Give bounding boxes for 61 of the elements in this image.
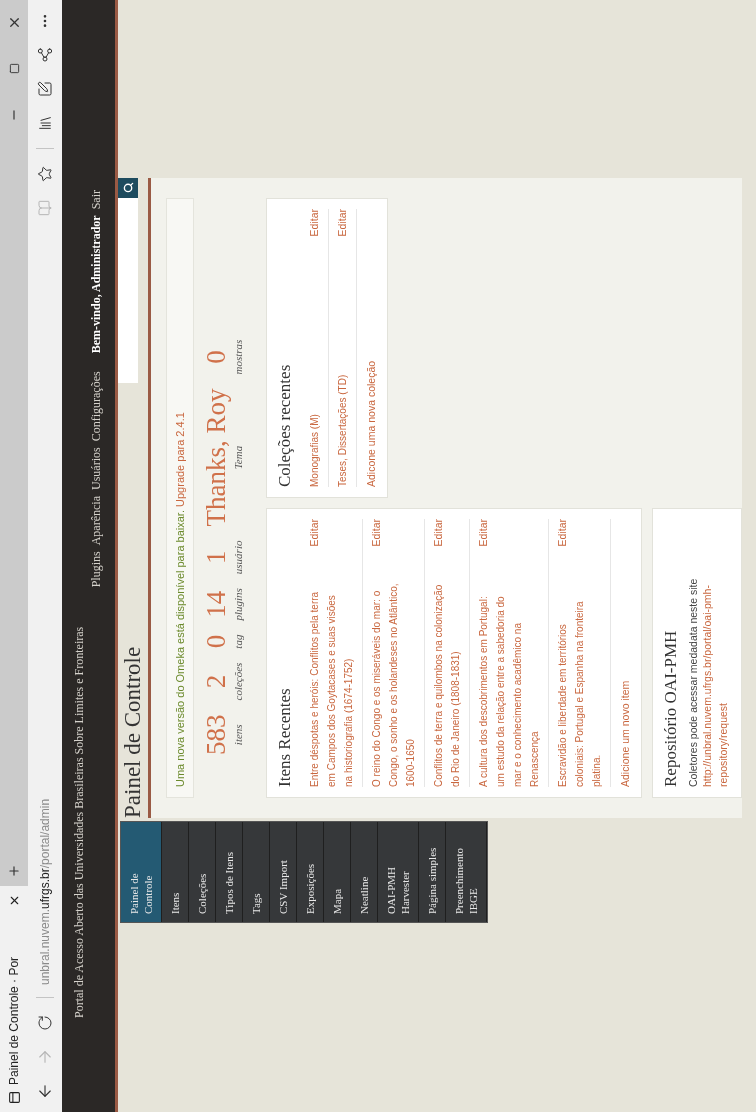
sidebar-item[interactable]: Painel de Controle [121, 822, 162, 922]
add-link[interactable]: Adicone uma nova coleção [357, 209, 377, 487]
nav-link[interactable]: Plugins [88, 551, 104, 588]
stat-value: 14 [200, 590, 232, 618]
edit-link[interactable]: Editar [475, 519, 492, 547]
search-field[interactable] [118, 178, 138, 383]
edit-link[interactable]: Editar [306, 209, 323, 237]
logout-link[interactable]: Sair [88, 190, 104, 210]
nav-link[interactable]: Usuários [88, 447, 104, 490]
sidebar-item[interactable]: Coleções [189, 822, 216, 922]
site-title: Portal de Acesso Aberto das Universidades Brasileiras Sobre Limites e Fronteiras [71, 625, 87, 1018]
address-field[interactable]: unbral.nuvem.ufrgs.br/portal/admin [38, 794, 52, 989]
upgrade-link[interactable]: Upgrade para 2.4.1 [174, 412, 186, 507]
stat-value: 0 [200, 350, 232, 364]
repository-link[interactable]: http://unbral.nuvem.ufrgs.br/portal/oai-pmh-repository/request [699, 519, 731, 787]
stat-value: 2 [200, 674, 232, 689]
welcome-text: Bem-vindo, Administrador [88, 215, 104, 354]
alert-text: Uma nova versão do Omeka está disponível para baixar. [174, 510, 186, 787]
sidebar-item[interactable]: Tags [243, 822, 270, 922]
add-link[interactable]: Adicione um novo item [611, 519, 631, 787]
sidebar-item[interactable]: Itens [162, 822, 189, 922]
stat-label: plugins [232, 588, 244, 621]
sidebar-item[interactable]: Preenchimento IBGE [446, 822, 487, 922]
item-link[interactable]: A cultura dos descobrimentos em Portugal: um estudo da relação entre a sabedoria do mar e o conhecimento acadêmico na Renascença [475, 582, 543, 787]
edit-link[interactable]: Editar [334, 209, 351, 237]
sidebar-item[interactable]: Mapa [324, 822, 351, 922]
stat-label: coleções [232, 662, 244, 701]
stat-value: 583 [200, 714, 232, 755]
panel-title: Repositório OAI-PMH [661, 629, 681, 787]
sidebar-item[interactable]: Tipos de Itens [216, 822, 243, 922]
panel-title: Itens Recentes [275, 687, 295, 787]
edit-link[interactable]: Editar [306, 519, 323, 547]
stat-label: Tema [232, 445, 244, 470]
description-text: Coletores pode acessar medadata neste site [687, 577, 699, 787]
sidebar-item[interactable]: CSV Import [270, 822, 297, 922]
stat-value: Thanks, Roy [200, 388, 232, 527]
edit-link[interactable]: Editar [368, 519, 385, 547]
item-link[interactable]: Entre déspotas e heróis: Conflitos pela terra em Campos dos Goytacases e suas visões na historiografia (1674-1752) [306, 582, 357, 787]
sidebar-item[interactable]: OAI-PMH Harvester [378, 822, 419, 922]
item-link[interactable]: Monografias (M) [306, 287, 323, 487]
stat-label: mostras [232, 339, 244, 375]
item-link[interactable]: Escravidão e liberdade em territórios coloniais: Portugal e Espanha na fronteira platina. [554, 582, 605, 787]
nav-link[interactable]: Aparência [88, 496, 104, 546]
nav-link[interactable]: Configurações [88, 371, 104, 442]
stat-label: usuário [232, 540, 244, 575]
item-link[interactable]: Teses, Dissertações (TD) [334, 287, 351, 487]
stat-label: tag [232, 634, 244, 649]
sidebar-item[interactable]: Exposições [297, 822, 324, 922]
page-icon [7, 1091, 21, 1104]
item-link[interactable]: O reino do Congo e os miseráveis do mar: o Congo, o sonho e os holandeses no Atlântico, 1600-1650 [368, 582, 419, 787]
panel-title: Coleções recentes [275, 363, 295, 487]
sidebar-item[interactable]: Neatline [351, 822, 378, 922]
stat-value: 1 [200, 550, 232, 565]
browser-tab[interactable]: Painel de Controle · Por [0, 886, 28, 1112]
sidebar-item[interactable]: Página simples [419, 822, 446, 922]
item-link[interactable]: Conflitos de terra e quilombos na colonização do Rio de Janeiro (1808-1831) [430, 582, 464, 787]
stat-value: 0 [200, 634, 232, 649]
edit-link[interactable]: Editar [430, 519, 447, 547]
edit-link[interactable]: Editar [554, 519, 571, 547]
stat-label: itens [232, 724, 244, 746]
page-title: Painel de Controle [120, 646, 146, 818]
